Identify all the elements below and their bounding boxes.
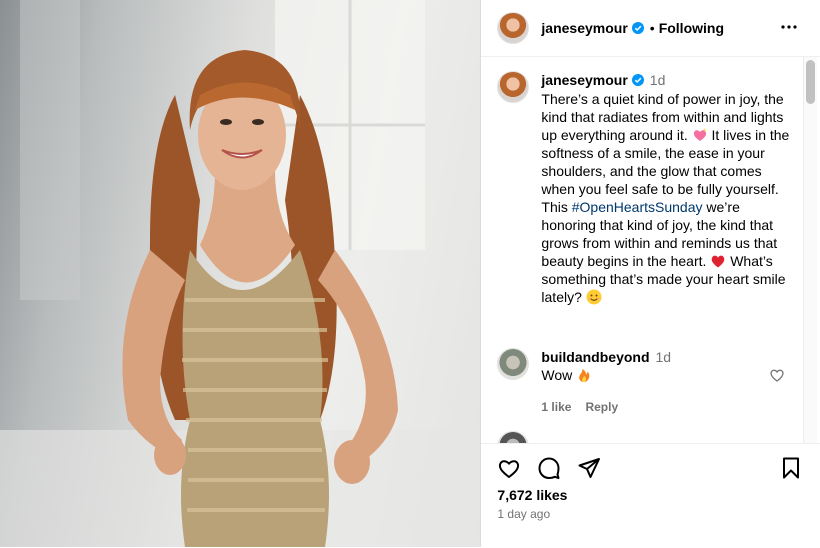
red-heart-icon <box>712 255 725 268</box>
hashtag-link[interactable]: #OpenHeartsSunday <box>572 199 703 215</box>
post-header: janeseymour • Following <box>481 0 820 57</box>
post-photo[interactable] <box>0 0 482 547</box>
comment-text: Wow <box>541 367 577 383</box>
smiling-face-icon <box>586 289 602 305</box>
comment-text-line: Wow <box>541 366 671 384</box>
comment-meta: 1 like Reply <box>541 398 671 416</box>
comment-item: buildandbeyond 1d Wow 1 like Reply <box>497 348 797 416</box>
verified-icon <box>631 74 644 86</box>
post-caption: janeseymour 1d There’s a quiet kind of po… <box>497 71 797 306</box>
commenter-avatar[interactable] <box>497 431 530 443</box>
likes-count[interactable]: 7,672 likes <box>497 487 567 503</box>
caption-username[interactable]: janeseymour <box>541 72 627 88</box>
fire-icon <box>579 369 590 382</box>
author-avatar[interactable] <box>497 12 530 44</box>
comment-body: buildandbeyond 1d Wow 1 like Reply <box>541 348 671 416</box>
comment-likes-count[interactable]: 1 like <box>541 400 571 414</box>
comment-icon[interactable] <box>537 456 561 480</box>
verified-icon <box>631 22 644 34</box>
post-timestamp[interactable]: 1 day ago <box>497 507 550 521</box>
sparkling-heart-icon <box>693 128 707 141</box>
comments-scroll-area[interactable]: janeseymour 1d There’s a quiet kind of po… <box>481 57 820 443</box>
caption-author-avatar[interactable] <box>497 71 530 103</box>
caption-text: There’s a quiet kind of power in joy, th… <box>541 90 797 306</box>
comment-item-partial: janeseymourpictures1d <box>497 431 704 443</box>
comment-reply-button[interactable]: Reply <box>585 400 618 414</box>
post-photo-illustration <box>0 0 481 547</box>
header-separator: • <box>649 20 655 36</box>
comment-like-heart-icon[interactable] <box>769 367 785 383</box>
caption-time[interactable]: 1d <box>650 72 666 88</box>
comment-time[interactable]: 1d <box>656 349 672 365</box>
commenter-username[interactable]: buildandbeyond <box>541 349 649 365</box>
post-side-panel: janeseymour • Following janeseymour 1d Th… <box>481 0 820 548</box>
bookmark-icon[interactable] <box>779 456 803 480</box>
heart-icon[interactable] <box>497 456 521 480</box>
caption-body: janeseymour 1d There’s a quiet kind of po… <box>541 71 797 306</box>
following-button[interactable]: Following <box>659 20 724 36</box>
commenter-avatar[interactable] <box>497 348 530 380</box>
instagram-post: janeseymour • Following janeseymour 1d Th… <box>0 0 820 548</box>
author-username[interactable]: janeseymour <box>541 20 627 36</box>
more-options-icon[interactable] <box>780 18 798 36</box>
post-actions: 7,672 likes 1 day ago <box>481 443 820 548</box>
share-icon[interactable] <box>577 456 601 480</box>
